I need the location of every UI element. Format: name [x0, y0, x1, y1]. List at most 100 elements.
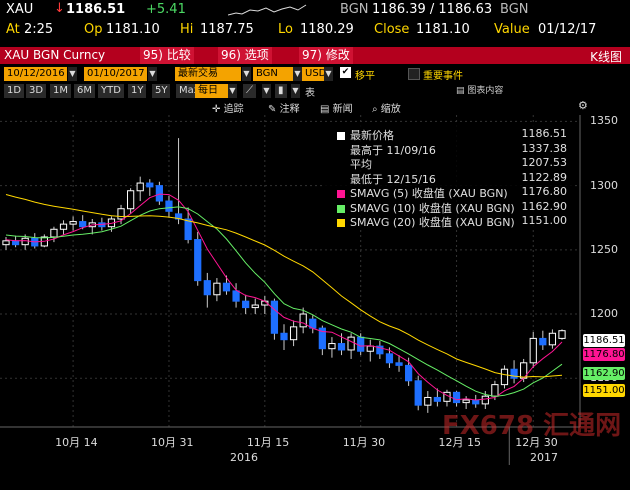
line-chart-icon[interactable]: ⟋ [243, 84, 256, 98]
candle-body [127, 190, 135, 210]
news-icon: ▤ [320, 104, 330, 115]
y-tick-label: 1250 [590, 242, 618, 256]
candle-body [548, 332, 557, 346]
candle [366, 339, 374, 362]
settings-gear-icon[interactable]: ⚙ [578, 99, 588, 112]
candle [500, 365, 509, 389]
range-button-1y[interactable]: 1Y [128, 84, 147, 98]
candle-body [184, 218, 192, 241]
pencil-icon: ✎ [268, 104, 277, 115]
start-date-field[interactable]: 10/12/2016 [4, 67, 67, 81]
range-button-1m[interactable]: 1M [50, 84, 71, 98]
range-button-ytd[interactable]: YTD [98, 84, 124, 98]
security-title: XAU BGN Curncy [4, 48, 106, 62]
options-label: 选项 [244, 48, 269, 62]
candle [280, 324, 288, 350]
candle-body [405, 364, 413, 382]
bar-type-dropdown-icon[interactable]: ▼ [291, 84, 300, 98]
edit-button[interactable]: 97) 修改 [299, 47, 353, 64]
candle-body [395, 362, 403, 366]
range-button-1d[interactable]: 1D [4, 84, 25, 98]
year-label: 2017 [530, 451, 558, 464]
chart-type-dropdown-icon[interactable]: ▼ [262, 84, 271, 98]
low-label: Lo [278, 22, 293, 37]
legend-text: 最高于 11/09/16 [350, 143, 436, 157]
period-dropdown-icon[interactable]: ▼ [228, 84, 237, 98]
bar-chart-icon[interactable]: ▮ [275, 84, 287, 98]
end-date-field[interactable]: 01/10/2017 [84, 67, 147, 81]
candle [328, 337, 336, 358]
trade-mode-select[interactable]: 最新交易 [175, 67, 241, 81]
chart-type-label[interactable]: K线图 [590, 48, 622, 65]
candle [539, 330, 547, 350]
legend-text: SMAVG (5) 收盘值 (XAU BGN) [350, 187, 508, 200]
y-tick-label: 1350 [590, 114, 618, 128]
currency-select[interactable]: USD [302, 67, 326, 81]
candle-body [155, 185, 163, 202]
source-dropdown-icon[interactable]: ▼ [293, 67, 302, 81]
candle-body [366, 345, 374, 352]
candle-body [481, 395, 489, 405]
source-select[interactable]: BGN [253, 67, 295, 81]
shift-checkbox[interactable]: ✔ [340, 67, 351, 78]
year-label: 2016 [230, 451, 258, 464]
candle [424, 391, 432, 413]
news-button[interactable]: ▤ 新闻 [320, 100, 353, 115]
shift-label: 移平 [355, 71, 375, 82]
chart-legend: 最新价格 1186.51 最高于 11/09/16 1337.38 平均 1207.53 最… [323, 124, 573, 230]
events-checkbox[interactable] [408, 68, 420, 80]
currency-dropdown-icon[interactable]: ▼ [324, 67, 333, 81]
source-label-2: BGN [500, 2, 529, 17]
candle [127, 188, 135, 214]
legend-swatch [337, 132, 345, 140]
legend-item-value: 1162.90 [521, 199, 568, 213]
candle-body [136, 182, 144, 192]
legend-item-value: 1122.89 [521, 170, 568, 184]
candle-body [357, 336, 365, 352]
edit-label: 修改 [325, 48, 350, 62]
period-select[interactable]: 每日 [195, 84, 231, 98]
candle-body [529, 337, 537, 364]
quote-time: 2:25 [24, 22, 54, 37]
compare-button[interactable]: 95) 比较 [140, 47, 194, 64]
end-date-dropdown-icon[interactable]: ▼ [148, 67, 157, 81]
range-button-6m[interactable]: 6M [74, 84, 95, 98]
zoom-label: 缩放 [380, 104, 401, 115]
track-button[interactable]: ✛ 追踪 [212, 100, 244, 115]
ticker-symbol: XAU [6, 2, 34, 17]
trade-mode-dropdown-icon[interactable]: ▼ [242, 67, 251, 81]
candle-body [328, 343, 336, 350]
open-value: 1181.10 [106, 22, 160, 37]
close-value: 1181.10 [416, 22, 470, 37]
options-button[interactable]: 96) 选项 [218, 47, 272, 64]
high-label: Hi [180, 22, 194, 37]
candle-body [11, 240, 20, 246]
candle [347, 333, 355, 359]
zoom-button[interactable]: ⌕ 缩放 [372, 100, 401, 115]
x-tick-label: 11月 30 [342, 436, 386, 449]
high-value: 1187.75 [200, 22, 254, 37]
legend-swatch [337, 161, 345, 169]
candle [88, 219, 96, 235]
quote-header: XAU ↓ 1186.51 +5.41 BGN 1186.39 / 1186.6… [0, 0, 630, 20]
start-date-dropdown-icon[interactable]: ▼ [68, 67, 77, 81]
range-controls: 1D 3D 1M 6M YTD 1Y 5Y Max 每日 ▼ ⟋ ▼ ▮ ▼ 表 ▤ 图表内容 [0, 83, 630, 99]
annotate-button[interactable]: ✎ 注释 [268, 100, 300, 115]
bid-ask: 1186.39 / 1186.63 [372, 2, 493, 17]
range-button-3d[interactable]: 3D [26, 84, 47, 98]
candle [146, 179, 154, 196]
candle-body [203, 280, 211, 296]
chart-tools: ✛ 追踪 ✎ 注释 ▤ 新闻 ⌕ 缩放 ⚙ [0, 99, 630, 115]
candle-body [299, 313, 307, 328]
candle [184, 207, 192, 244]
chart-content-button[interactable]: ▤ 图表内容 [456, 83, 503, 96]
candle [270, 298, 279, 340]
y-tick-label: 1200 [590, 307, 618, 320]
table-label[interactable]: 表 [305, 84, 315, 99]
candle-body [50, 228, 58, 238]
open-label: Op [84, 22, 103, 37]
fx678-watermark-logo: FX678 汇通网 [442, 411, 622, 441]
candle-body [270, 300, 279, 334]
range-button-5y[interactable]: 5Y [152, 84, 171, 98]
last-price-tag: 1186.51 [583, 334, 625, 347]
